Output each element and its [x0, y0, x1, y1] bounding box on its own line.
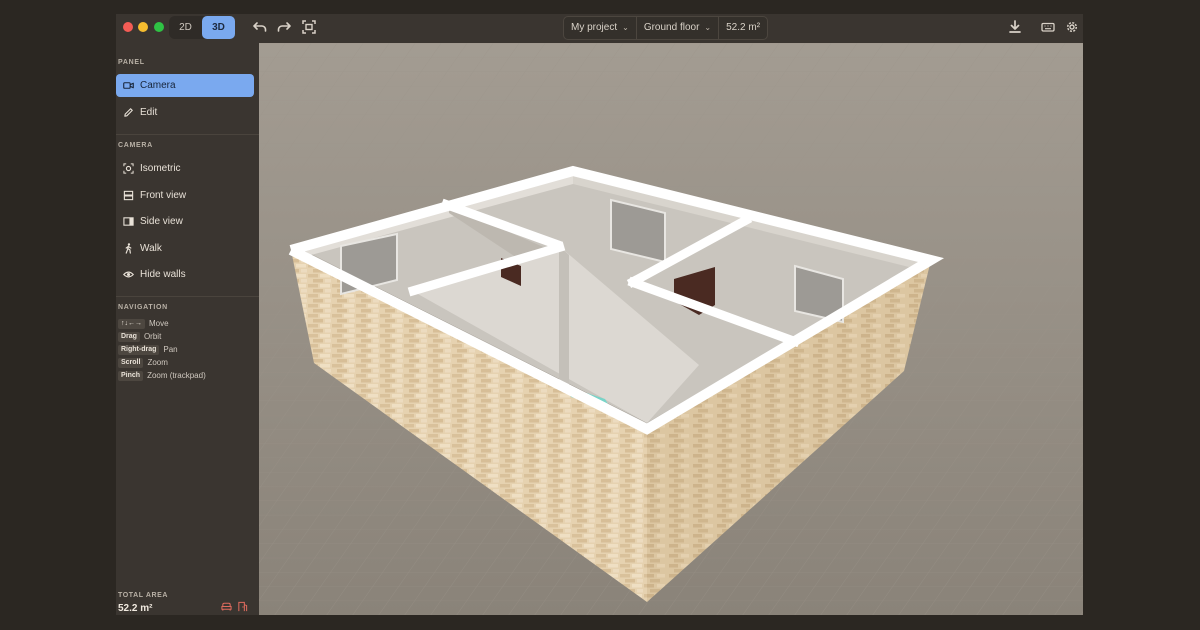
maximize-window-button[interactable]: [154, 22, 164, 32]
walk-icon: [125, 243, 132, 254]
side-view-icon: [123, 217, 134, 226]
key-badge: Right-drag: [118, 344, 160, 355]
navigation-heading: NAVIGATION: [118, 304, 168, 311]
nav-action: Zoom (trackpad): [147, 371, 206, 380]
view-mode-toggle: 2D 3D: [169, 16, 235, 39]
sofa-icon[interactable]: [221, 601, 232, 612]
divider: [116, 296, 259, 297]
nav-hint-zoom: Scroll Zoom: [118, 357, 168, 368]
area-display: 52.2 m²: [719, 17, 767, 39]
3d-viewport[interactable]: [259, 43, 1083, 615]
mode-2d-button[interactable]: 2D: [169, 16, 202, 39]
close-window-button[interactable]: [123, 22, 133, 32]
nav-action: Orbit: [143, 332, 162, 341]
sidebar-item-label: Edit: [140, 107, 158, 118]
floor-dropdown[interactable]: Ground floor ⌄: [637, 17, 720, 39]
key-badge: Drag: [118, 331, 140, 342]
download-icon[interactable]: [1007, 19, 1023, 35]
sidebar: PANEL Camera Edit CAMERA Isometric Front…: [116, 43, 259, 615]
title-bar: 2D 3D My project ⌄ Ground floor ⌄ 52.2 m…: [116, 14, 1083, 43]
redo-icon[interactable]: [276, 19, 292, 35]
context-bar: My project ⌄ Ground floor ⌄ 52.2 m²: [563, 16, 769, 40]
chevron-down-icon: ⌄: [622, 23, 629, 32]
nav-hint-pinch: Pinch Zoom (trackpad): [118, 370, 206, 381]
sidebar-item-walk[interactable]: Walk: [116, 237, 254, 260]
floor-name: Ground floor: [643, 22, 700, 33]
sidebar-item-label: Side view: [140, 216, 183, 227]
key-badge: Pinch: [118, 370, 144, 381]
sidebar-item-label: Camera: [140, 80, 176, 91]
mode-3d-button[interactable]: 3D: [202, 16, 235, 39]
total-area-value: 52.2 m²: [118, 603, 153, 614]
sidebar-item-label: Front view: [140, 190, 187, 201]
camera-heading: CAMERA: [118, 142, 153, 149]
total-area-label: TOTAL AREA: [118, 592, 169, 599]
front-view-icon: [123, 190, 134, 201]
sidebar-item-front-view[interactable]: Front view: [116, 184, 254, 207]
app-window: 2D 3D My project ⌄ Ground floor ⌄ 52.2 m…: [116, 14, 1083, 615]
area-value: 52.2 m²: [726, 22, 761, 33]
3d-scene: [259, 43, 1083, 615]
eye-icon: [123, 271, 134, 278]
keyboard-icon[interactable]: [1040, 19, 1056, 35]
nav-action: Pan: [163, 345, 178, 354]
sidebar-item-camera[interactable]: Camera: [116, 74, 254, 97]
sidebar-item-label: Walk: [140, 243, 162, 254]
sidebar-item-edit[interactable]: Edit: [116, 101, 254, 124]
door-icon[interactable]: [237, 601, 248, 612]
nav-hint-move: ↑↓←→ Move: [118, 318, 169, 329]
chevron-down-icon: ⌄: [704, 23, 712, 32]
project-dropdown[interactable]: My project ⌄: [564, 17, 637, 39]
fit-view-icon[interactable]: [301, 19, 317, 35]
divider: [116, 134, 259, 135]
sidebar-item-label: Hide walls: [140, 269, 186, 280]
minimize-window-button[interactable]: [138, 22, 148, 32]
settings-icon[interactable]: [1064, 19, 1080, 35]
sidebar-item-label: Isometric: [140, 163, 181, 174]
sidebar-item-isometric[interactable]: Isometric: [116, 157, 254, 180]
sidebar-item-side-view[interactable]: Side view: [116, 210, 254, 233]
panel-heading: PANEL: [118, 59, 145, 66]
nav-hint-orbit: Drag Orbit: [118, 331, 161, 342]
project-name: My project: [571, 22, 618, 33]
pencil-icon: [124, 108, 133, 117]
nav-action: Move: [149, 319, 169, 328]
nav-action: Zoom: [147, 358, 168, 367]
undo-icon[interactable]: [252, 19, 268, 35]
sidebar-item-hide-walls[interactable]: Hide walls: [116, 263, 254, 286]
isometric-icon: [123, 163, 134, 174]
key-badge: Scroll: [118, 357, 144, 368]
partition-wall: [559, 246, 569, 388]
nav-hint-pan: Right-drag Pan: [118, 344, 178, 355]
video-camera-icon: [123, 82, 134, 89]
key-badge: ↑↓←→: [118, 318, 145, 329]
